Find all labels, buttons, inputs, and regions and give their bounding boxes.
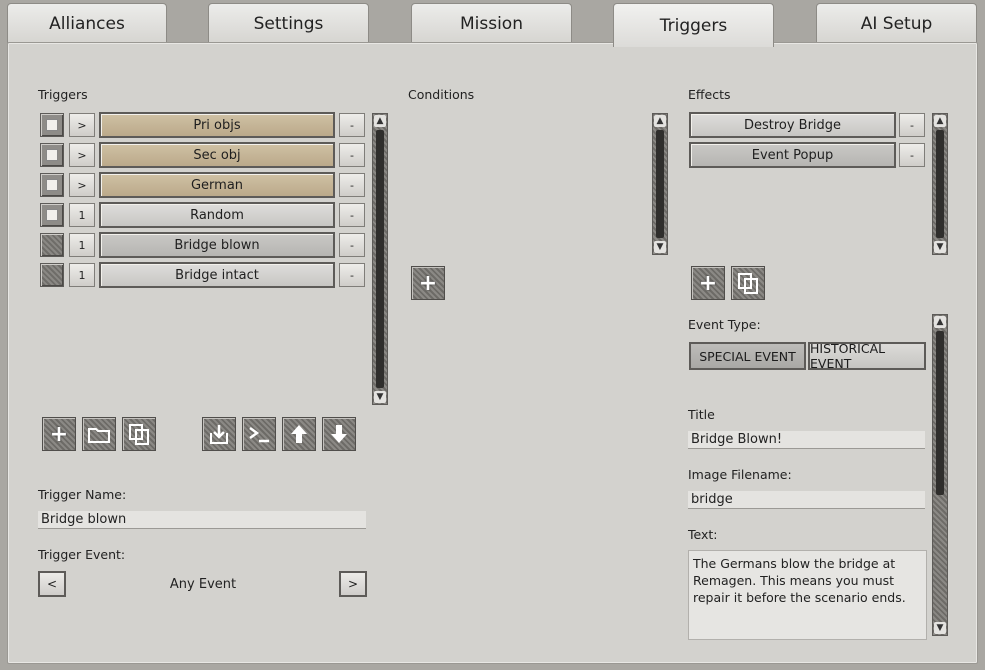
text-label: Text: (688, 527, 718, 542)
scroll-down-icon[interactable]: ▼ (934, 241, 946, 253)
trigger-checkbox[interactable] (40, 233, 64, 257)
conditions-header: Conditions (408, 87, 475, 102)
event-text-area[interactable]: The Germans blow the bridge at Remagen. … (688, 550, 927, 640)
add-trigger-button[interactable]: + (42, 417, 76, 451)
move-down-button[interactable] (322, 417, 356, 451)
trigger-checkbox[interactable] (40, 143, 64, 167)
trigger-row[interactable]: Bridge intact (99, 262, 335, 288)
copy-trigger-button[interactable] (122, 417, 156, 451)
trigger-remove-button[interactable]: - (339, 173, 365, 197)
trigger-row-selected[interactable]: Bridge blown (99, 232, 335, 258)
tab-alliances[interactable]: Alliances (7, 3, 167, 43)
add-condition-button[interactable]: + (411, 266, 445, 300)
effect-row-selected[interactable]: Event Popup (689, 142, 896, 168)
checkbox-square (46, 179, 58, 191)
trigger-remove-button[interactable]: - (339, 263, 365, 287)
open-folder-button[interactable] (82, 417, 116, 451)
trigger-event-value: Any Event (169, 577, 237, 592)
tab-settings[interactable]: Settings (208, 3, 369, 43)
image-filename-input[interactable]: bridge (688, 491, 925, 509)
triggers-header: Triggers (38, 87, 88, 102)
effects-scrollbar[interactable]: ▲ ▼ (932, 113, 948, 255)
trigger-remove-button[interactable]: - (339, 143, 365, 167)
historical-event-button[interactable]: HISTORICAL EVENT (808, 341, 926, 371)
trigger-checkbox[interactable] (40, 173, 64, 197)
scroll-thumb[interactable] (936, 130, 944, 238)
scroll-up-icon[interactable]: ▲ (934, 115, 946, 127)
folder-icon (88, 428, 110, 443)
effect-row[interactable]: Destroy Bridge (689, 112, 896, 138)
triggers-panel: Triggers > Pri objs - > Sec obj - > Germ… (7, 42, 978, 664)
image-filename-label: Image Filename: (688, 467, 792, 482)
conditions-scrollbar[interactable]: ▲ ▼ (652, 113, 668, 255)
effect-remove-button[interactable]: - (899, 143, 925, 167)
import-trigger-button[interactable] (202, 417, 236, 451)
arrow-down-icon (331, 425, 347, 443)
trigger-name-label: Trigger Name: (38, 487, 127, 502)
title-input[interactable]: Bridge Blown! (688, 431, 925, 449)
trigger-row[interactable]: Pri objs (99, 112, 335, 138)
scroll-up-icon[interactable]: ▲ (374, 115, 386, 127)
effects-header: Effects (688, 87, 731, 102)
add-effect-button[interactable]: + (691, 266, 725, 300)
trigger-mode-button[interactable]: > (69, 113, 95, 137)
scroll-up-icon[interactable]: ▲ (654, 115, 666, 127)
event-type-label: Event Type: (688, 317, 761, 332)
scroll-down-icon[interactable]: ▼ (934, 622, 946, 634)
trigger-mode-button[interactable]: 1 (69, 233, 95, 257)
copy-icon (738, 273, 758, 294)
tab-mission[interactable]: Mission (411, 3, 572, 43)
scroll-thumb[interactable] (656, 130, 664, 238)
checkbox-square (46, 149, 58, 161)
tab-ai-setup[interactable]: AI Setup (816, 3, 977, 43)
checkbox-square (46, 209, 58, 221)
plus-icon: + (698, 270, 718, 296)
terminal-icon (249, 426, 269, 443)
trigger-mode-button[interactable]: > (69, 143, 95, 167)
trigger-remove-button[interactable]: - (339, 233, 365, 257)
scroll-down-icon[interactable]: ▼ (374, 391, 386, 403)
scroll-thumb[interactable] (376, 130, 384, 388)
trigger-mode-button[interactable]: 1 (69, 263, 95, 287)
trigger-name-input[interactable]: Bridge blown (38, 511, 366, 529)
script-trigger-button[interactable] (242, 417, 276, 451)
effect-remove-button[interactable]: - (899, 113, 925, 137)
trigger-checkbox[interactable] (40, 263, 64, 287)
trigger-event-label: Trigger Event: (38, 547, 126, 562)
event-prev-button[interactable]: < (38, 571, 66, 597)
copy-effect-button[interactable] (731, 266, 765, 300)
trigger-checkbox[interactable] (40, 203, 64, 227)
triggers-scrollbar[interactable]: ▲ ▼ (372, 113, 388, 405)
event-next-button[interactable]: > (339, 571, 367, 597)
arrow-up-icon (291, 425, 307, 443)
trigger-remove-button[interactable]: - (339, 203, 365, 227)
move-up-button[interactable] (282, 417, 316, 451)
scroll-thumb[interactable] (936, 331, 944, 495)
trigger-row[interactable]: Random (99, 202, 335, 228)
trigger-row[interactable]: Sec obj (99, 142, 335, 168)
trigger-mode-button[interactable]: > (69, 173, 95, 197)
trigger-remove-button[interactable]: - (339, 113, 365, 137)
title-label: Title (688, 407, 715, 422)
scroll-down-icon[interactable]: ▼ (654, 241, 666, 253)
plus-icon: + (49, 421, 69, 447)
effect-detail-scrollbar[interactable]: ▲ ▼ (932, 314, 948, 636)
trigger-checkbox[interactable] (40, 113, 64, 137)
special-event-button[interactable]: SPECIAL EVENT (689, 342, 806, 370)
trigger-mode-button[interactable]: 1 (69, 203, 95, 227)
plus-icon: + (418, 270, 438, 296)
trigger-row[interactable]: German (99, 172, 335, 198)
copy-icon (129, 424, 149, 445)
tab-triggers[interactable]: Triggers (613, 3, 774, 47)
download-icon (210, 425, 228, 444)
checkbox-square (46, 119, 58, 131)
scroll-up-icon[interactable]: ▲ (934, 316, 946, 328)
